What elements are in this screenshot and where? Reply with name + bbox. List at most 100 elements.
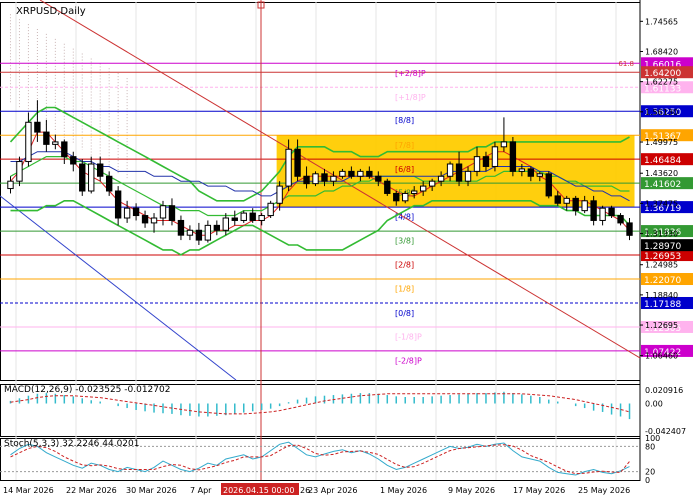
x-tick-label: 22 Mar 2026 <box>66 486 117 495</box>
candle-body <box>518 168 526 172</box>
y-tick-label: 1.68420 <box>645 47 678 56</box>
murrey-label: [0/8] <box>395 309 414 318</box>
candle-body <box>43 131 50 145</box>
macd-y-tick-label: 0.00 <box>645 400 663 409</box>
price-tag-label: 1.41602 <box>644 180 681 190</box>
candle-body <box>195 229 203 241</box>
x-tick-label: 9 May 2026 <box>448 486 495 495</box>
candle-body <box>626 222 633 236</box>
candle-body <box>402 192 409 202</box>
candle-body <box>509 141 517 172</box>
candle-body <box>500 141 508 148</box>
candle-body <box>294 148 301 177</box>
murrey-label: [7/8] <box>395 141 414 150</box>
stoch-label: Stoch(5,3,3) 32.2246 44.0201 <box>4 439 139 449</box>
candle-body <box>52 141 59 145</box>
candle-body <box>366 170 373 177</box>
y-tick-label: 1.18840 <box>645 291 678 300</box>
candle-body <box>563 197 570 204</box>
candle-body <box>141 215 149 224</box>
y-tick-label: 1.12695 <box>645 321 678 330</box>
stoch-y-tick-label: 0 <box>645 476 650 485</box>
candle-body <box>204 224 212 241</box>
candle-body <box>464 170 472 182</box>
murrey-label: [1/8] <box>395 285 414 294</box>
y-tick-label: 1.56130 <box>645 108 678 117</box>
x-tick-label: 7 Apr <box>190 486 212 495</box>
murrey-label: [-2/8]P <box>395 356 422 365</box>
candle-body <box>321 173 328 182</box>
candle-body <box>105 175 113 192</box>
murrey-label: [3/8] <box>395 237 414 246</box>
candle-body <box>572 197 579 212</box>
x-tick-label: 30 Mar 2026 <box>126 486 177 495</box>
candle-body <box>393 192 400 202</box>
x-tick-label: 14 Mar 2026 <box>3 486 54 495</box>
fib-label: 61.8 <box>618 60 634 68</box>
candle-body <box>150 217 158 224</box>
candle-body <box>617 215 624 224</box>
price-tag-label: 1.17188 <box>644 300 681 310</box>
y-tick-label: 1.62275 <box>645 78 678 87</box>
candle-body <box>276 185 283 204</box>
candle-body <box>428 180 436 187</box>
x-tick-label: 1 May 2026 <box>380 486 427 495</box>
candle-body <box>186 229 194 236</box>
candle-body <box>554 195 561 204</box>
x-tick-label: 25 May 2026 <box>578 486 630 495</box>
y-tick-label: 1.49975 <box>645 138 678 147</box>
candle-body <box>357 170 364 177</box>
price-tag-label: 1.46484 <box>644 156 681 166</box>
price-tag-label: 1.22070 <box>644 276 681 286</box>
candle-body <box>177 219 185 236</box>
candle-body <box>97 163 104 177</box>
current-price-label: 1.28970 <box>644 242 681 252</box>
chart-background <box>0 0 700 500</box>
candle-body <box>79 163 86 192</box>
macd-label: MACD(12,26,9) -0.023525 -0.012702 <box>4 385 170 395</box>
murrey-label: [-1/8]P <box>395 332 422 341</box>
candle-body <box>482 156 490 167</box>
candle-body <box>70 156 77 165</box>
candle-body <box>34 121 41 133</box>
chart-canvas: [+2/8]P[+1/8]P[8/8][7/8][6/8][5/8][4/8][… <box>0 0 700 500</box>
candle-body <box>446 163 454 177</box>
candle-body <box>7 180 14 190</box>
candle-body <box>608 207 615 217</box>
y-tick-label: 1.37475 <box>645 199 678 208</box>
candle-body <box>599 207 606 221</box>
murrey-label: [6/8] <box>395 165 414 174</box>
candle-body <box>348 170 355 177</box>
murrey-label: [8/8] <box>395 116 414 125</box>
candle-body <box>375 175 382 182</box>
candle-body <box>16 161 23 182</box>
candle-body <box>581 200 588 212</box>
candle-body <box>411 190 418 194</box>
candle-body <box>527 168 535 177</box>
x-tick-label: 23 Apr 2026 <box>308 486 357 495</box>
candle-body <box>303 175 310 185</box>
candle-body <box>222 217 229 231</box>
y-tick-label: 1.31330 <box>645 230 678 239</box>
candle-body <box>240 212 247 221</box>
candle-body <box>339 170 346 177</box>
candle-body <box>590 200 597 221</box>
candle-body <box>312 173 319 185</box>
murrey-label: [2/8] <box>395 261 414 270</box>
candle-body <box>330 175 337 182</box>
candle-body <box>258 215 265 221</box>
chart-title: XRPUSD,Daily <box>16 6 86 17</box>
candle-body <box>419 185 427 192</box>
candle-body <box>285 148 292 187</box>
candle-body <box>536 173 543 177</box>
candle-body <box>231 217 238 221</box>
candle-body <box>114 190 122 219</box>
x-cursor-label: 2026.04.15 00:00 <box>223 486 294 495</box>
candle-body <box>61 141 68 158</box>
y-tick-label: 1.43620 <box>645 169 678 178</box>
y-tick-label: 1.74565 <box>645 17 678 26</box>
candle-body <box>473 156 481 172</box>
y-tick-label: 1.24985 <box>645 261 678 270</box>
candle-body <box>437 175 445 182</box>
murrey-label: [+1/8]P <box>395 93 426 102</box>
